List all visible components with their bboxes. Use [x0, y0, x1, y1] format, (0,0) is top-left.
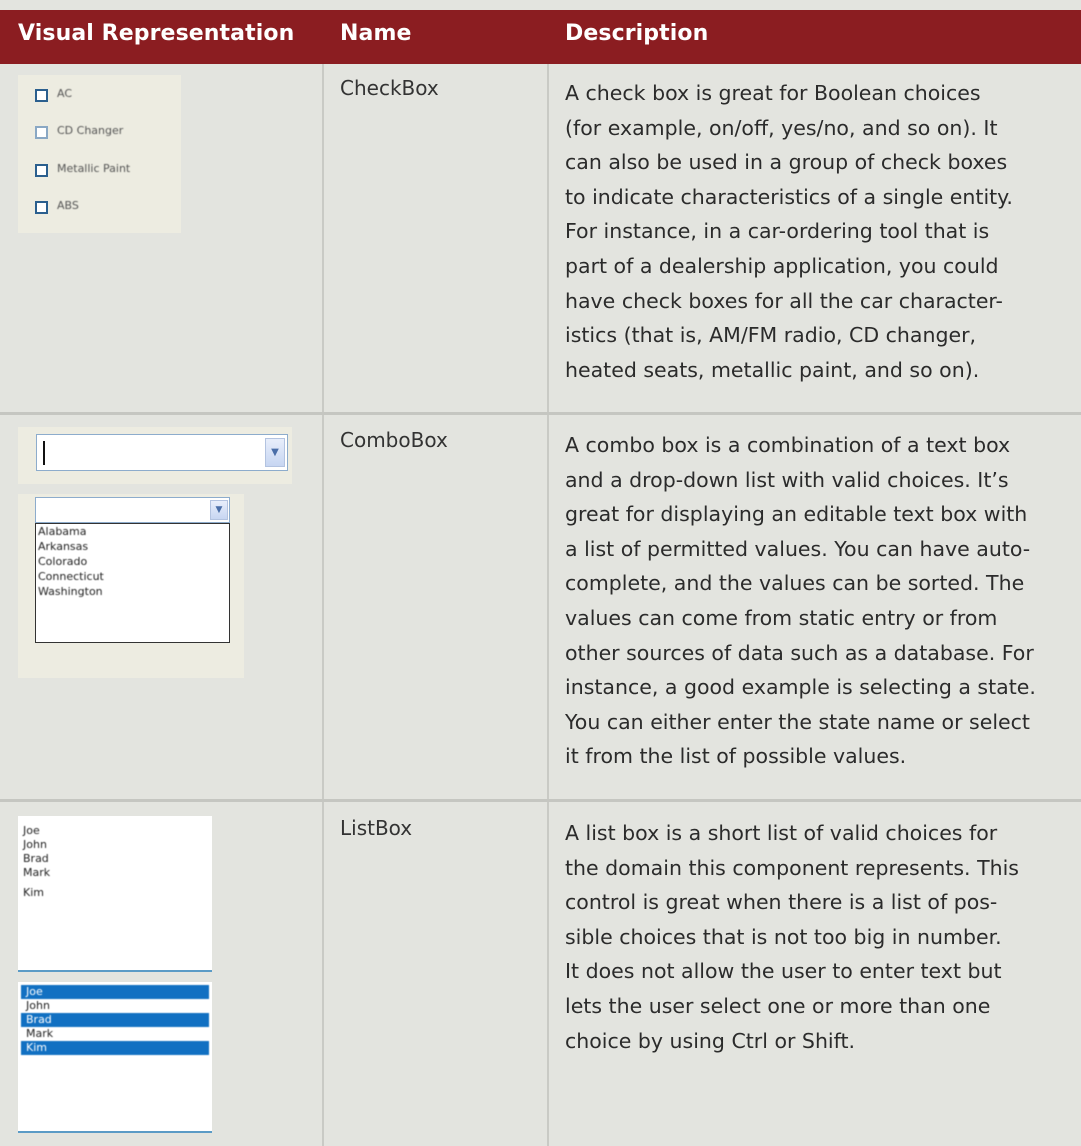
- listbox-item[interactable]: John: [18, 838, 212, 852]
- description-line: instance, a good example is selecting a …: [565, 675, 1036, 700]
- control-description: A list box is a short list of valid choi…: [565, 816, 1081, 1058]
- dropdown-option[interactable]: Colorado: [36, 554, 229, 569]
- checkbox-box-icon[interactable]: [35, 164, 48, 177]
- listbox-item[interactable]: Brad: [18, 852, 212, 866]
- listbox-item-selected[interactable]: Joe: [21, 985, 209, 999]
- description-line: A check box is great for Boolean choices: [565, 81, 981, 105]
- listbox-item[interactable]: Joe: [18, 824, 212, 838]
- checkbox-label: ABS: [57, 199, 79, 212]
- table-header: Visual Representation Name Description: [0, 10, 1081, 64]
- description-line: For instance, in a car-ordering tool tha…: [565, 219, 990, 244]
- control-name: CheckBox: [340, 76, 439, 100]
- description-line: other sources of data such as a database…: [565, 640, 1034, 665]
- row-divider: [0, 412, 1081, 415]
- description-line: It does not allow the user to enter text…: [565, 959, 1002, 984]
- chevron-down-icon[interactable]: ▼: [265, 438, 285, 467]
- checkbox-label: CD Changer: [57, 124, 124, 137]
- description-line: control is great when there is a list of…: [565, 890, 998, 915]
- description-line: heated seats, metallic paint, and so on)…: [565, 357, 980, 382]
- description-line: and a drop-down list with valid choices.…: [565, 467, 1009, 492]
- listbox-item-selected[interactable]: Brad: [21, 1013, 209, 1027]
- description-line: You can either enter the state name or s…: [565, 709, 1030, 734]
- control-description: A combo box is a combination of a text b…: [565, 428, 1081, 774]
- listbox-item[interactable]: Kim: [18, 886, 212, 900]
- description-line: have check boxes for all the car charact…: [565, 288, 1003, 313]
- combobox-visual-closed: ▼: [18, 427, 292, 484]
- description-line: lets the user select one or more than on…: [565, 993, 991, 1018]
- header-description: Description: [565, 21, 709, 46]
- checkbox-box-icon[interactable]: [35, 126, 48, 139]
- header-name: Name: [340, 21, 412, 46]
- listbox-visual-multiselect: Joe John Brad Mark Kim: [18, 982, 212, 1133]
- combobox-dropdown-list: Alabama Arkansas Colorado Connecticut Wa…: [35, 523, 230, 643]
- description-line: can also be used in a group of check box…: [565, 150, 1008, 175]
- listbox-item[interactable]: Mark: [18, 866, 212, 880]
- description-line: sible choices that is not too big in num…: [565, 924, 1002, 949]
- combobox-input[interactable]: ▼: [35, 497, 230, 523]
- dropdown-option[interactable]: Alabama: [36, 524, 229, 539]
- description-line: A combo box is a combination of a text b…: [565, 433, 1011, 457]
- description-line: values can come from static entry or fro…: [565, 605, 998, 630]
- description-line: the domain this component represents. Th…: [565, 855, 1019, 880]
- description-line: it from the list of possible values.: [565, 744, 907, 769]
- description-line: great for displaying an editable text bo…: [565, 502, 1028, 527]
- dropdown-option[interactable]: Washington: [36, 584, 229, 599]
- checkbox-label: Metallic Paint: [57, 162, 131, 175]
- description-line: to indicate characteristics of a single …: [565, 184, 1013, 209]
- checkbox-visual: AC CD Changer Metallic Paint ABS: [18, 75, 181, 233]
- controls-table: Visual Representation Name Description A…: [0, 0, 1081, 1146]
- description-line: (for example, on/off, yes/no, and so on)…: [565, 115, 998, 140]
- combobox-input[interactable]: ▼: [36, 434, 288, 471]
- listbox-visual-unselected: Joe John Brad Mark Kim: [18, 816, 212, 972]
- dropdown-option[interactable]: Connecticut: [36, 569, 229, 584]
- listbox-item-selected[interactable]: Kim: [21, 1041, 209, 1055]
- listbox-item[interactable]: Mark: [21, 1027, 209, 1041]
- header-visual-representation: Visual Representation: [18, 21, 295, 46]
- checkbox-box-icon[interactable]: [35, 89, 48, 102]
- description-line: istics (that is, AM/FM radio, CD changer…: [565, 323, 977, 348]
- description-line: part of a dealership application, you co…: [565, 253, 999, 278]
- combobox-visual-open: ▼ Alabama Arkansas Colorado Connecticut …: [18, 494, 244, 678]
- control-description: A check box is great for Boolean choices…: [565, 76, 1081, 387]
- description-line: a list of permitted values. You can have…: [565, 536, 1031, 561]
- control-name: ComboBox: [340, 428, 448, 452]
- dropdown-option[interactable]: Arkansas: [36, 539, 229, 554]
- description-line: choice by using Ctrl or Shift.: [565, 1028, 856, 1053]
- description-line: A list box is a short list of valid choi…: [565, 821, 998, 845]
- description-line: complete, and the values can be sorted. …: [565, 571, 1025, 596]
- chevron-down-icon[interactable]: ▼: [210, 500, 228, 520]
- row-divider: [0, 799, 1081, 802]
- text-caret: [43, 441, 45, 465]
- checkbox-box-icon[interactable]: [35, 201, 48, 214]
- control-name: ListBox: [340, 816, 413, 840]
- checkbox-label: AC: [57, 87, 73, 100]
- listbox-item[interactable]: John: [21, 999, 209, 1013]
